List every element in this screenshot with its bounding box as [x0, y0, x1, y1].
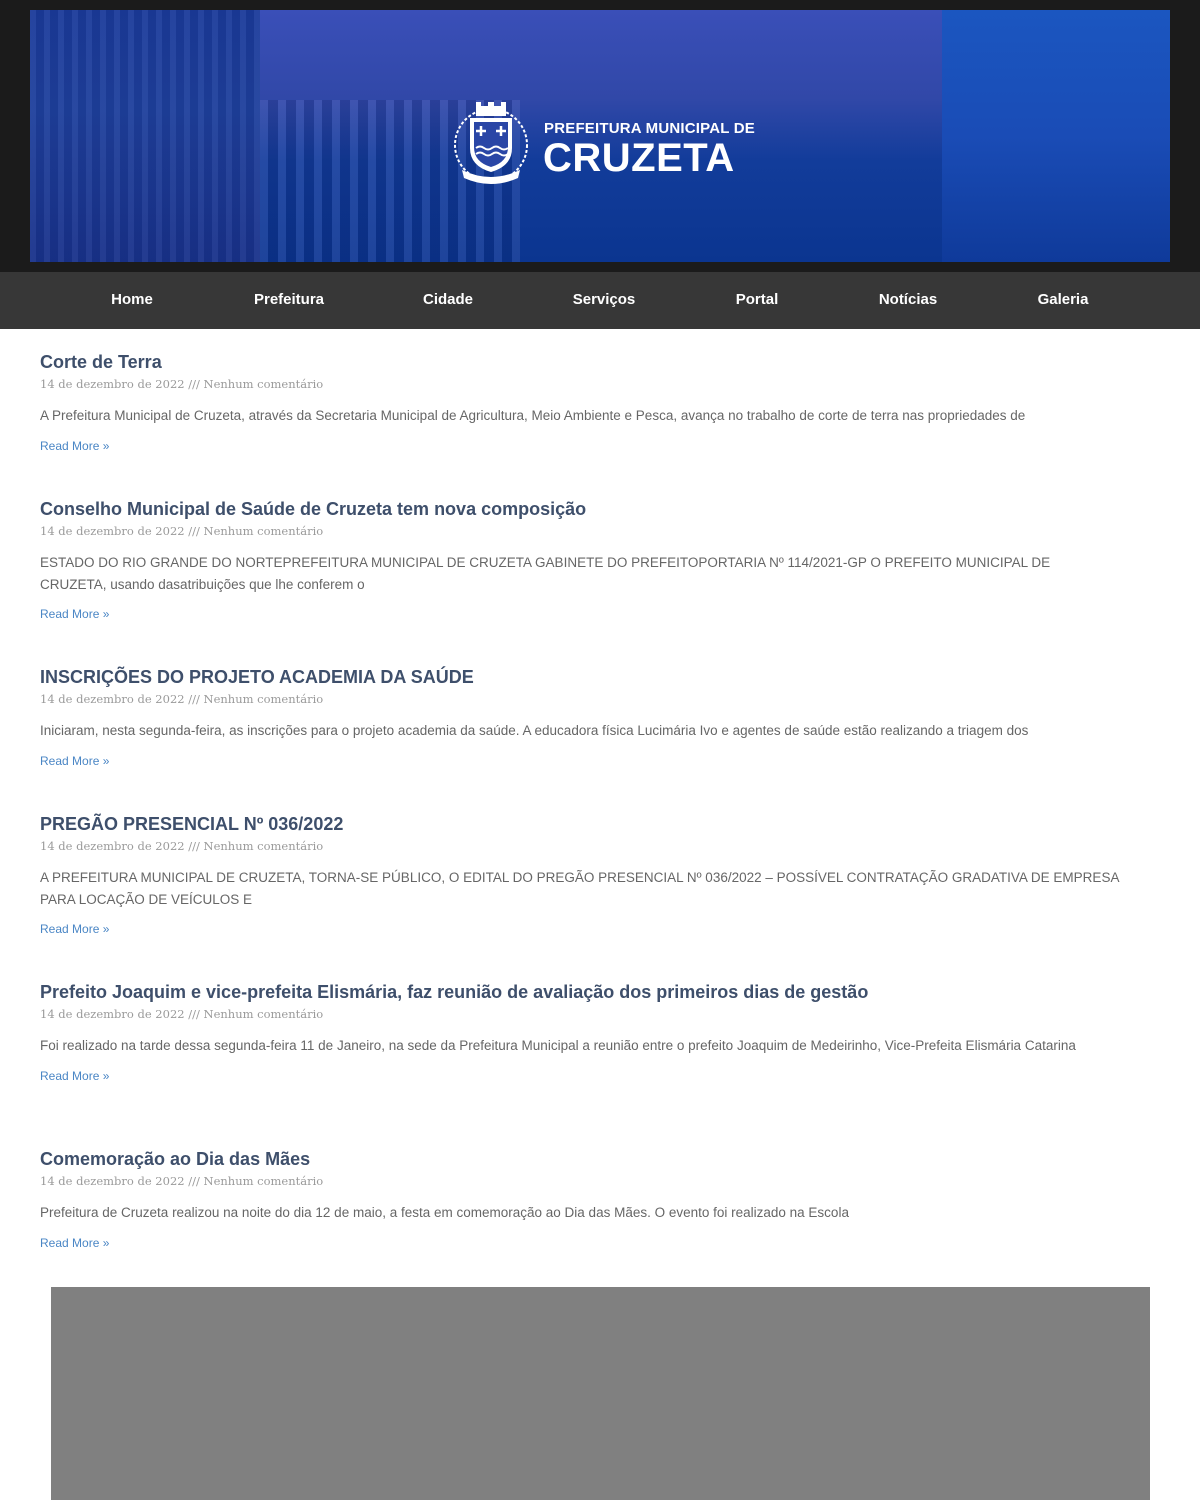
read-more-link[interactable]: Read More » — [40, 1069, 109, 1083]
post-excerpt: ESTADO DO RIO GRANDE DO NORTEPREFEITURA … — [40, 555, 1051, 592]
post-excerpt: Prefeitura de Cruzeta realizou na noite … — [40, 1205, 849, 1220]
post-meta: 14 de dezembro de 2022 /// Nenhum coment… — [40, 1174, 324, 1188]
nav-item-noticias[interactable]: Notícias — [879, 291, 937, 308]
post-title[interactable]: Prefeito Joaquim e vice-prefeita Elismár… — [40, 981, 1120, 1003]
nav-item-servicos[interactable]: Serviços — [573, 291, 636, 308]
post-title[interactable]: Corte de Terra — [40, 351, 1120, 373]
post-excerpt: Foi realizado na tarde dessa segunda-fei… — [40, 1038, 1076, 1053]
post-excerpt: A Prefeitura Municipal de Cruzeta, atrav… — [40, 408, 1026, 423]
coat-of-arms-icon — [454, 102, 528, 184]
post-title[interactable]: PREGÃO PRESENCIAL Nº 036/2022 — [40, 813, 1120, 835]
post-item: PREGÃO PRESENCIAL Nº 036/2022 14 de deze… — [40, 813, 1120, 938]
post-meta: 14 de dezembro de 2022 /// Nenhum coment… — [40, 524, 324, 538]
post-title[interactable]: INSCRIÇÕES DO PROJETO ACADEMIA DA SAÚDE — [40, 666, 1120, 688]
logo-subtitle: PREFEITURA MUNICIPAL DE — [544, 120, 755, 137]
nav-item-home[interactable]: Home — [111, 291, 153, 308]
banner-left-photo — [30, 10, 260, 262]
post-meta: 14 de dezembro de 2022 /// Nenhum coment… — [40, 1007, 324, 1021]
post-meta: 14 de dezembro de 2022 /// Nenhum coment… — [40, 692, 324, 706]
nav-item-cidade[interactable]: Cidade — [423, 291, 473, 308]
embed-placeholder — [51, 1287, 1150, 1500]
post-title[interactable]: Comemoração ao Dia das Mães — [40, 1148, 1120, 1170]
post-title[interactable]: Conselho Municipal de Saúde de Cruzeta t… — [40, 498, 1120, 520]
read-more-link[interactable]: Read More » — [40, 1236, 109, 1250]
post-item: Corte de Terra 14 de dezembro de 2022 //… — [40, 351, 1120, 455]
nav-item-prefeitura[interactable]: Prefeitura — [254, 291, 324, 308]
post-excerpt: Iniciaram, nesta segunda-feira, as inscr… — [40, 723, 1029, 738]
read-more-link[interactable]: Read More » — [40, 922, 109, 936]
read-more-link[interactable]: Read More » — [40, 439, 109, 453]
read-more-link[interactable]: Read More » — [40, 754, 109, 768]
logo-title: CRUZETA — [543, 136, 735, 180]
post-item: Prefeito Joaquim e vice-prefeita Elismár… — [40, 981, 1120, 1085]
nav-item-galeria[interactable]: Galeria — [1038, 291, 1089, 308]
post-meta: 14 de dezembro de 2022 /// Nenhum coment… — [40, 839, 324, 853]
read-more-link[interactable]: Read More » — [40, 607, 109, 621]
post-excerpt: A PREFEITURA MUNICIPAL DE CRUZETA, TORNA… — [40, 870, 1119, 907]
header-banner: PREFEITURA MUNICIPAL DE CRUZETA — [30, 10, 1170, 262]
banner-right-photo — [942, 10, 1170, 262]
post-item: Conselho Municipal de Saúde de Cruzeta t… — [40, 498, 1120, 623]
header-band: PREFEITURA MUNICIPAL DE CRUZETA — [0, 0, 1200, 272]
post-item: Comemoração ao Dia das Mães 14 de dezemb… — [40, 1148, 1120, 1252]
site-logo[interactable]: PREFEITURA MUNICIPAL DE CRUZETA — [448, 100, 758, 190]
main-nav: Home Prefeitura Cidade Serviços Portal N… — [0, 272, 1200, 329]
post-item: INSCRIÇÕES DO PROJETO ACADEMIA DA SAÚDE … — [40, 666, 1120, 770]
post-meta: 14 de dezembro de 2022 /// Nenhum coment… — [40, 377, 324, 391]
nav-item-portal[interactable]: Portal — [736, 291, 779, 308]
